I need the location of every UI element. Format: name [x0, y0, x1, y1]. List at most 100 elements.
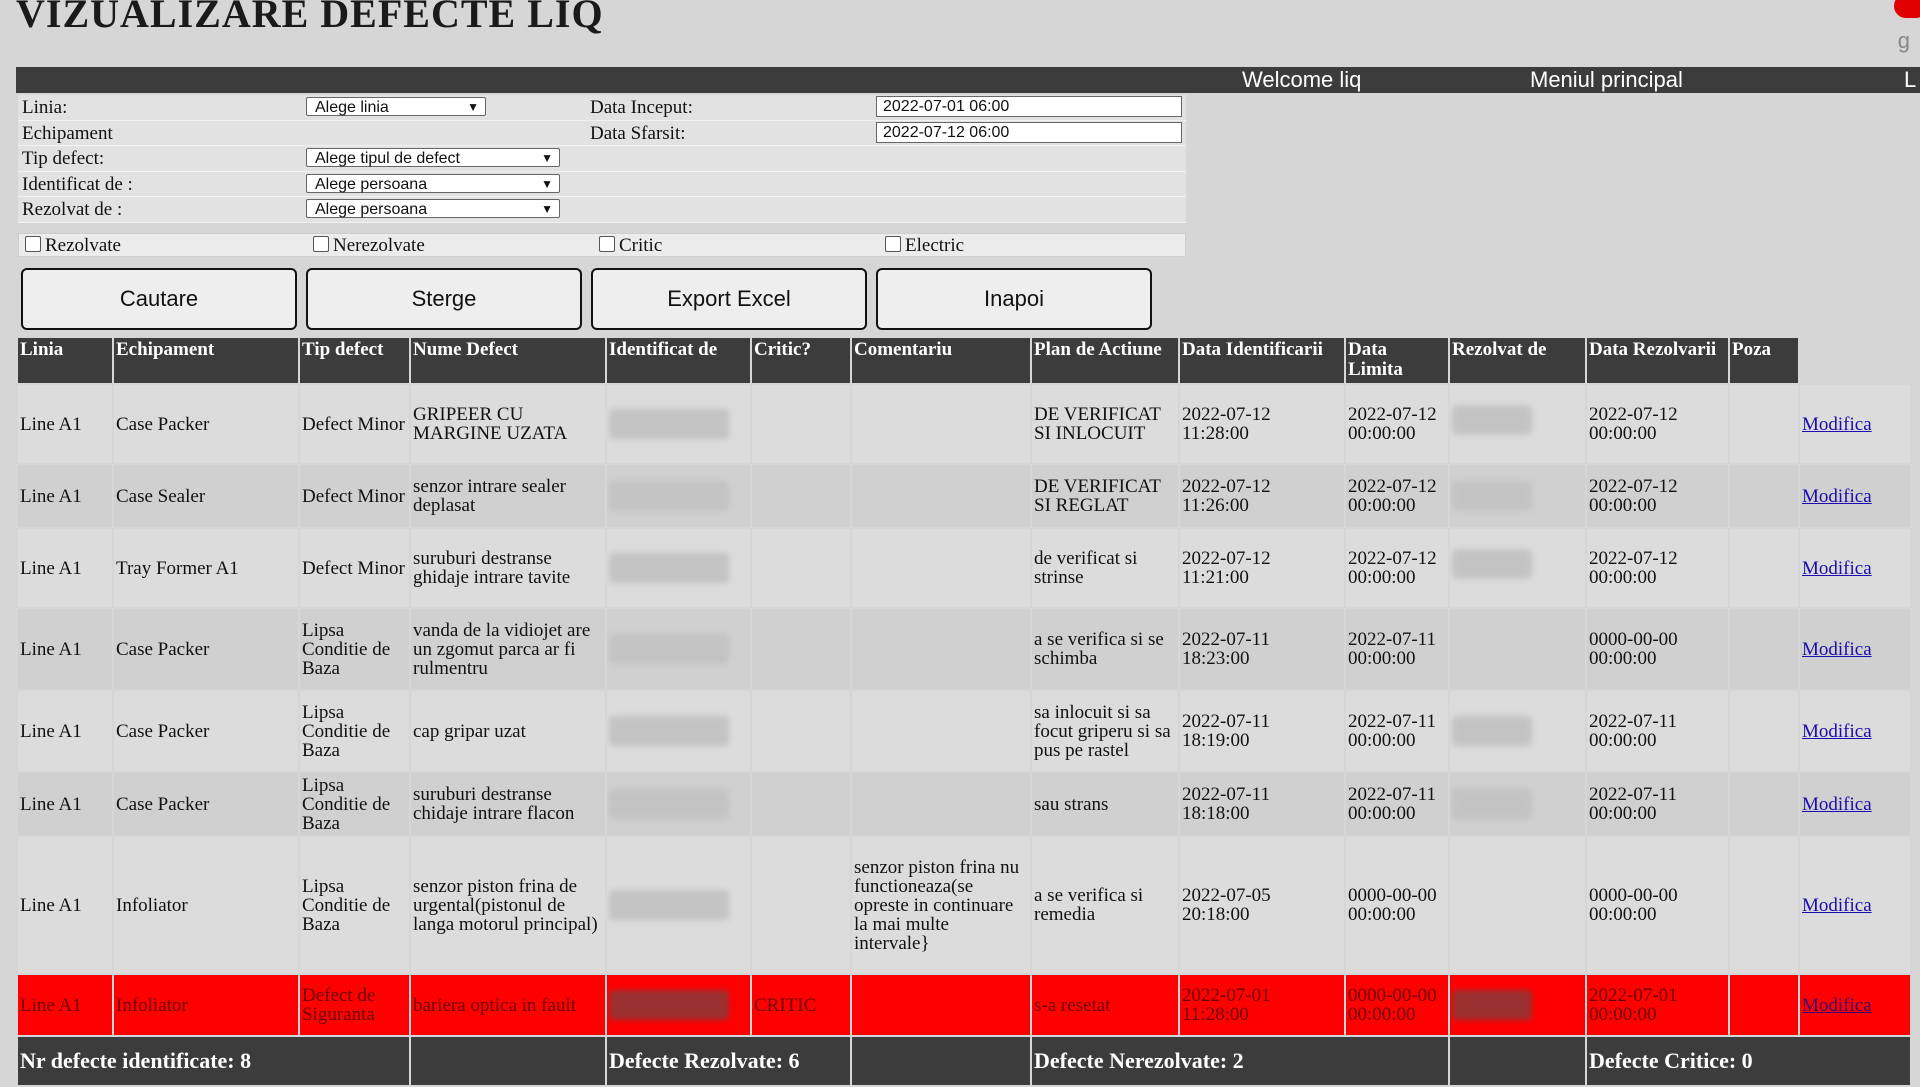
- cell-linia: Line A1: [18, 837, 112, 973]
- cell-nume-defect: suruburi destranse ghidaje intrare tavit…: [411, 529, 605, 607]
- modifica-link[interactable]: Modifica: [1802, 995, 1872, 1016]
- header-identificat[interactable]: Identificat de: [607, 338, 750, 383]
- cell-tip-defect: Defect Minor: [300, 385, 409, 463]
- modifica-link[interactable]: Modifica: [1802, 414, 1872, 435]
- cell-data-identificarii: 2022-07-11 18:19:00: [1180, 691, 1344, 771]
- cell-tip-defect: Lipsa Conditie de Baza: [300, 837, 409, 973]
- clear-button[interactable]: Sterge: [306, 268, 582, 330]
- cell-poza: [1730, 465, 1798, 527]
- cell-data-rezolvarii-text: 2022-07-11 00:00:00: [1589, 711, 1677, 751]
- cell-data-identificarii-text: 2022-07-11 18:19:00: [1182, 711, 1270, 751]
- filter-row-linia: Linia: Alege linia ▼ Data Inceput: 2022-…: [18, 95, 1186, 121]
- header-echipament[interactable]: Echipament: [114, 338, 298, 383]
- header-comentariu[interactable]: Comentariu: [852, 338, 1030, 383]
- header-nume-defect[interactable]: Nume Defect: [411, 338, 605, 383]
- cell-tip-defect: Lipsa Conditie de Baza: [300, 691, 409, 771]
- export-excel-button[interactable]: Export Excel: [591, 268, 867, 330]
- cell-nume-defect-text: senzor piston frina de urgental(pistonul…: [413, 875, 598, 935]
- footer-nerezolvate: Defecte Nerezolvate: 2: [1032, 1037, 1448, 1085]
- chevron-down-icon: ▼: [541, 151, 553, 165]
- table-row: Line A1 Case Packer Defect Minor GRIPEER CU…: [18, 385, 1910, 463]
- table-row: Line A1 Infoliator Defect de Siguranta bari…: [18, 975, 1910, 1035]
- header-poza[interactable]: Poza: [1730, 338, 1798, 383]
- critic-checkbox[interactable]: Critic: [599, 235, 662, 257]
- cell-critic-text: CRITIC: [754, 994, 817, 1016]
- cell-comentariu: [852, 385, 1030, 463]
- rezolvate-checkbox[interactable]: Rezolvate: [25, 235, 121, 257]
- cell-data-limita: 2022-07-12 00:00:00: [1346, 529, 1448, 607]
- cell-critic: [752, 691, 850, 771]
- cell-plan-text: s-a resetat: [1034, 994, 1111, 1016]
- data-sfarsit-input[interactable]: 2022-07-12 06:00: [876, 121, 1182, 143]
- modifica-link[interactable]: Modifica: [1802, 721, 1872, 742]
- cell-linia-text: Line A1: [20, 994, 82, 1016]
- data-inceput-input[interactable]: 2022-07-01 06:00: [876, 96, 1182, 117]
- modifica-link[interactable]: Modifica: [1802, 639, 1872, 660]
- table-footer-row: Nr defecte identificate: 8 Defecte Rezolv…: [18, 1037, 1910, 1085]
- cell-critic: [752, 773, 850, 835]
- cell-echipament-text: Infoliator: [116, 994, 188, 1016]
- modifica-link[interactable]: Modifica: [1802, 794, 1872, 815]
- main-menu-link[interactable]: Meniul principal: [1530, 67, 1683, 93]
- cell-identificat: T…e: [607, 529, 750, 607]
- footer-rezolvate: Defecte Rezolvate: 6: [607, 1037, 850, 1085]
- modifica-link[interactable]: Modifica: [1802, 486, 1872, 507]
- table-row: Line A1 Case Packer Lipsa Conditie de Baza…: [18, 609, 1910, 689]
- cell-linia-text: Line A1: [20, 413, 82, 435]
- cell-comentariu: [852, 691, 1030, 771]
- nerezolvate-label: Nerezolvate: [333, 235, 425, 256]
- header-data-limita[interactable]: Data Limita: [1346, 338, 1448, 383]
- cell-data-identificarii: 2022-07-12 11:26:00: [1180, 465, 1344, 527]
- cell-poza: [1730, 691, 1798, 771]
- header-critic[interactable]: Critic?: [752, 338, 850, 383]
- cell-critic: [752, 609, 850, 689]
- cell-data-rezolvarii-text: 0000-00-00 00:00:00: [1589, 629, 1678, 669]
- cell-linia-text: Line A1: [20, 557, 82, 579]
- cell-data-rezolvarii: 2022-07-11 00:00:00: [1587, 691, 1728, 771]
- rezolvat-select[interactable]: Alege persoana ▼: [306, 199, 560, 218]
- cell-data-rezolvarii: 2022-07-12 00:00:00: [1587, 385, 1728, 463]
- filter-form: Linia: Alege linia ▼ Data Inceput: 2022-…: [18, 95, 1186, 223]
- cell-rezolvat: TE… Petre: [1450, 529, 1585, 607]
- modifica-link[interactable]: Modifica: [1802, 895, 1872, 916]
- corner-badge: [1894, 0, 1920, 18]
- cell-data-rezolvarii: 0000-00-00 00:00:00: [1587, 609, 1728, 689]
- cell-data-rezolvarii-text: 0000-00-00 00:00:00: [1589, 885, 1678, 925]
- cell-data-identificarii-text: 2022-07-05 20:18:00: [1182, 885, 1271, 925]
- header-linia[interactable]: Linia: [18, 338, 112, 383]
- cell-tip-defect: Lipsa Conditie de Baza: [300, 609, 409, 689]
- filter-row-tip-defect: Tip defect: Alege tipul de defect ▼: [18, 146, 1186, 172]
- linia-select[interactable]: Alege linia ▼: [306, 97, 486, 116]
- modifica-link[interactable]: Modifica: [1802, 558, 1872, 579]
- cell-nume-defect: cap gripar uzat: [411, 691, 605, 771]
- cell-echipament: Case Sealer: [114, 465, 298, 527]
- navbar-extra-link[interactable]: L: [1904, 67, 1916, 93]
- cell-rezolvat-text: C… C…: [1452, 716, 1532, 746]
- rezolvat-select-value: Alege persoana: [315, 201, 428, 218]
- electric-checkbox[interactable]: Electric: [885, 235, 964, 257]
- cell-actions: Modifica: [1800, 465, 1910, 527]
- nerezolvate-checkbox[interactable]: Nerezolvate: [313, 235, 425, 257]
- cell-rezolvat-text: TE… Petre: [1452, 549, 1532, 579]
- cell-actions: Modifica: [1800, 691, 1910, 771]
- cell-echipament: Case Packer: [114, 609, 298, 689]
- cell-data-limita: 0000-00-00 00:00:00: [1346, 975, 1448, 1035]
- header-tip-defect[interactable]: Tip defect: [300, 338, 409, 383]
- tip-defect-select[interactable]: Alege tipul de defect ▼: [306, 148, 560, 167]
- cell-tip-defect-text: Lipsa Conditie de Baza: [302, 875, 391, 935]
- data-inceput-label: Data Inceput:: [590, 97, 693, 118]
- cell-nume-defect: vanda de la vidiojet are un zgomut parca…: [411, 609, 605, 689]
- cell-rezolvat-text: P…: [1452, 990, 1532, 1020]
- back-button[interactable]: Inapoi: [876, 268, 1152, 330]
- cell-data-rezolvarii: 2022-07-12 00:00:00: [1587, 465, 1728, 527]
- header-rezolvat[interactable]: Rezolvat de: [1450, 338, 1585, 383]
- filter-row-identificat: Identificat de : Alege persoana ▼: [18, 171, 1186, 197]
- header-plan[interactable]: Plan de Actiune: [1032, 338, 1178, 383]
- header-data-identificarii[interactable]: Data Identificarii: [1180, 338, 1344, 383]
- cell-plan: sa inlocuit si sa focut griperu si sa pu…: [1032, 691, 1178, 771]
- cell-poza: [1730, 837, 1798, 973]
- search-button[interactable]: Cautare: [21, 268, 297, 330]
- table-row: Line A1 Case Packer Lipsa Conditie de Baza…: [18, 773, 1910, 835]
- header-data-rezolvarii[interactable]: Data Rezolvarii: [1587, 338, 1728, 383]
- identificat-select[interactable]: Alege persoana ▼: [306, 173, 560, 193]
